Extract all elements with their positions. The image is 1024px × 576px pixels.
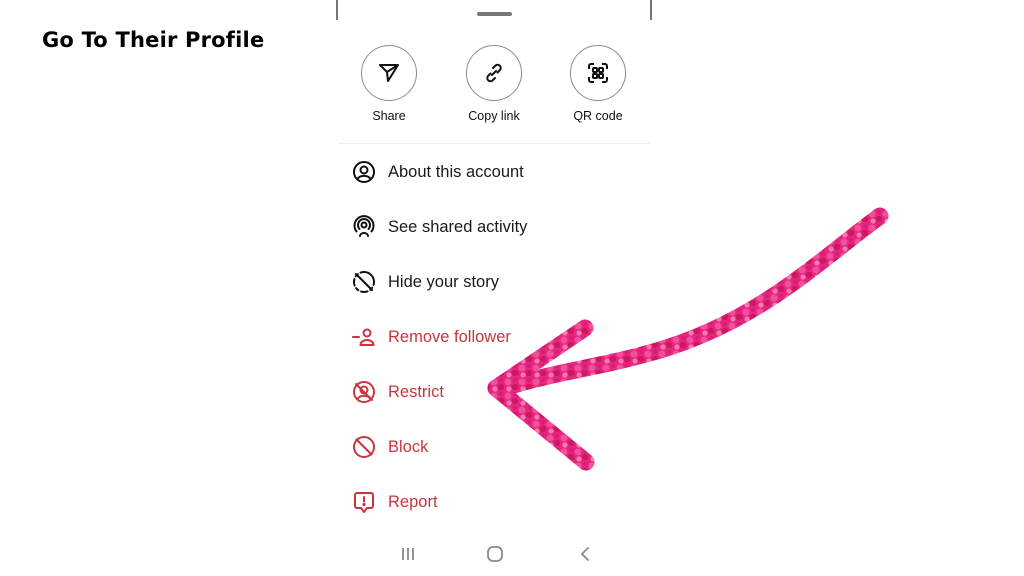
menu-item-label: Report: [388, 492, 438, 511]
recents-button[interactable]: [398, 544, 418, 564]
share-label: Share: [372, 109, 406, 123]
sheet-divider: [338, 143, 650, 144]
menu-item-hide-story[interactable]: Hide your story: [352, 267, 499, 297]
account-circle-icon: [352, 160, 376, 184]
share-circle[interactable]: [361, 45, 417, 101]
menu-item-label: Restrict: [388, 382, 444, 401]
menu-item-report[interactable]: Report: [352, 487, 438, 517]
menu-item-label: About this account: [388, 162, 524, 181]
menu-item-restrict[interactable]: Restrict: [352, 377, 444, 407]
qr-code-label: QR code: [573, 109, 623, 123]
sheet-top: [338, 2, 650, 32]
shared-activity-icon: [352, 215, 376, 239]
menu-item-block[interactable]: Block: [352, 432, 428, 462]
copy-link-circle[interactable]: [466, 45, 522, 101]
home-icon: [487, 546, 503, 562]
back-button[interactable]: [575, 544, 595, 564]
copy-link-button[interactable]: Copy link: [449, 45, 539, 123]
menu-item-label: Hide your story: [388, 272, 499, 291]
share-button[interactable]: Share: [344, 45, 434, 123]
menu-item-about-account[interactable]: About this account: [352, 157, 524, 187]
remove-person-icon: [352, 325, 376, 349]
recents-icon: [402, 548, 414, 560]
menu-item-remove-follower[interactable]: Remove follower: [352, 322, 511, 352]
hide-story-icon: [352, 270, 376, 294]
system-nav-bar: [338, 538, 650, 568]
menu-item-label: See shared activity: [388, 217, 528, 236]
menu-item-label: Block: [388, 437, 429, 456]
qr-code-button[interactable]: QR code: [553, 45, 643, 123]
link-icon: [486, 63, 502, 83]
drag-handle[interactable]: [477, 12, 512, 16]
qr-code-circle[interactable]: [570, 45, 626, 101]
page-headline: Go To Their Profile: [42, 28, 265, 52]
qr-code-icon: [588, 63, 608, 83]
block-icon: [352, 435, 376, 459]
copy-link-label: Copy link: [468, 109, 520, 123]
home-button[interactable]: [485, 544, 505, 564]
restrict-icon: [352, 380, 376, 404]
report-icon: [352, 490, 376, 514]
menu-item-shared-activity[interactable]: See shared activity: [352, 212, 527, 242]
send-icon: [379, 64, 399, 82]
menu-item-label: Remove follower: [388, 327, 511, 346]
back-icon: [580, 547, 589, 561]
